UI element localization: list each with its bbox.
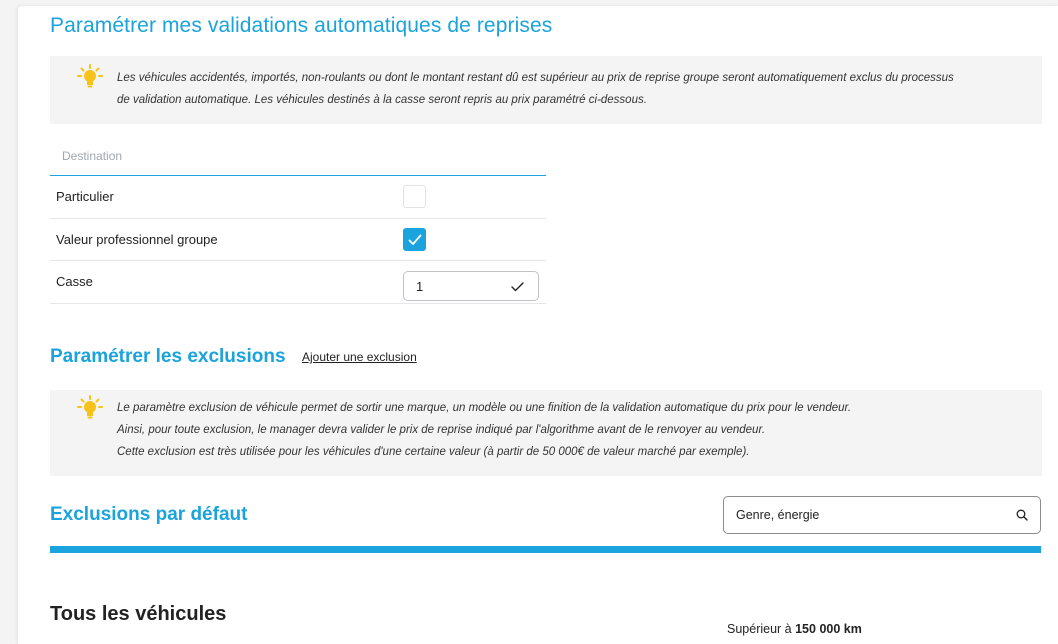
destination-header: Destination: [50, 138, 546, 176]
valeur-pro-checkbox[interactable]: [403, 227, 426, 251]
destination-label: Particulier: [56, 189, 114, 204]
search-icon[interactable]: [1016, 509, 1028, 521]
lightbulb-icon: [77, 64, 103, 88]
default-exclusions-title: Exclusions par défaut: [50, 504, 248, 525]
mileage-threshold: Supérieur à 150 000 km: [727, 622, 862, 636]
destination-row-casse: Casse 1: [50, 261, 546, 304]
casse-price-value: 1: [416, 279, 424, 294]
destination-label: Casse: [56, 274, 93, 289]
info-box-exclusions: Le paramètre exclusion de véhicule perme…: [50, 390, 1042, 476]
add-exclusion-link[interactable]: Ajouter une exclusion: [302, 350, 417, 364]
particulier-checkbox[interactable]: [403, 185, 426, 208]
destination-row-valeur-pro: Valeur professionnel groupe: [50, 219, 546, 261]
mileage-value: 150 000 km: [795, 622, 862, 636]
lightbulb-icon: [77, 395, 103, 419]
info-text-line: Les véhicules accidentés, importés, non-…: [117, 72, 954, 84]
page-title: Paramétrer mes validations automatiques …: [50, 14, 553, 37]
casse-price-input[interactable]: 1: [403, 271, 539, 301]
exclusion-search-input[interactable]: [736, 505, 996, 525]
section-divider-bar: [50, 546, 1041, 553]
info-box-validation: Les véhicules accidentés, importés, non-…: [50, 56, 1042, 124]
destination-row-particulier: Particulier: [50, 176, 546, 219]
mileage-prefix: Supérieur à: [727, 622, 792, 636]
info-text-line: de validation automatique. Les véhicules…: [117, 94, 647, 106]
destination-label: Valeur professionnel groupe: [56, 231, 218, 247]
vehicles-title: Tous les véhicules: [50, 603, 227, 625]
info-text-line: Ainsi, pour toute exclusion, le manager …: [117, 424, 766, 436]
info-text-line: Le paramètre exclusion de véhicule perme…: [117, 402, 852, 414]
checkmark-icon: [408, 234, 422, 245]
check-icon[interactable]: [511, 282, 524, 292]
exclusion-search-box[interactable]: [723, 496, 1041, 534]
info-text-line: Cette exclusion est très utilisée pour l…: [117, 446, 750, 458]
exclusions-title: Paramétrer les exclusions: [50, 346, 286, 367]
destination-table: Destination Particulier Valeur professio…: [50, 138, 546, 304]
